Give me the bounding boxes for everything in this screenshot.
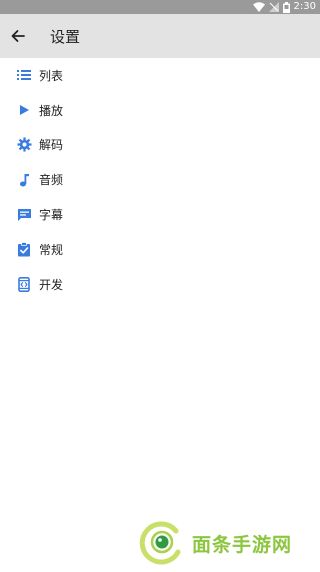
list-icon [16,67,32,83]
menu-item-list[interactable]: 列表 [0,58,320,93]
menu-item-playback[interactable]: 播放 [0,93,320,128]
menu-item-developer[interactable]: 开发 [0,267,320,302]
settings-menu: 列表 播放 解码 音频 字幕 常规 开发 [0,58,320,302]
subtitle-icon [16,207,32,223]
page-title: 设置 [50,27,81,46]
developer-icon [16,276,32,292]
menu-item-audio[interactable]: 音频 [0,162,320,197]
menu-item-decoding[interactable]: 解码 [0,128,320,163]
menu-item-label: 解码 [39,138,64,153]
play-icon [16,102,32,118]
clipboard-check-icon [16,241,32,257]
status-time: 2:30 [293,1,316,12]
watermark: 面条手游网 [138,520,292,566]
gear-icon [16,137,32,153]
battery-icon [282,1,290,13]
menu-item-label: 常规 [39,242,64,257]
menu-item-subtitles[interactable]: 字幕 [0,197,320,232]
menu-item-general[interactable]: 常规 [0,232,320,267]
status-bar: 2:30 [0,0,320,14]
menu-item-label: 音频 [39,173,64,188]
music-note-icon [16,172,32,188]
wifi-icon [252,2,265,12]
back-button[interactable] [0,14,36,58]
watermark-logo-icon [138,520,184,566]
menu-item-label: 播放 [39,103,64,118]
signal-icon [268,2,279,12]
app-bar: 设置 [0,14,320,58]
menu-item-label: 开发 [39,277,64,292]
arrow-back-icon [11,29,25,43]
settings-screen: 2:30 设置 列表 播放 解码 音频 字幕 常规 开发 面条手游网 [0,0,320,572]
menu-item-label: 列表 [39,68,64,83]
watermark-text: 面条手游网 [192,533,293,556]
menu-item-label: 字幕 [39,208,64,223]
